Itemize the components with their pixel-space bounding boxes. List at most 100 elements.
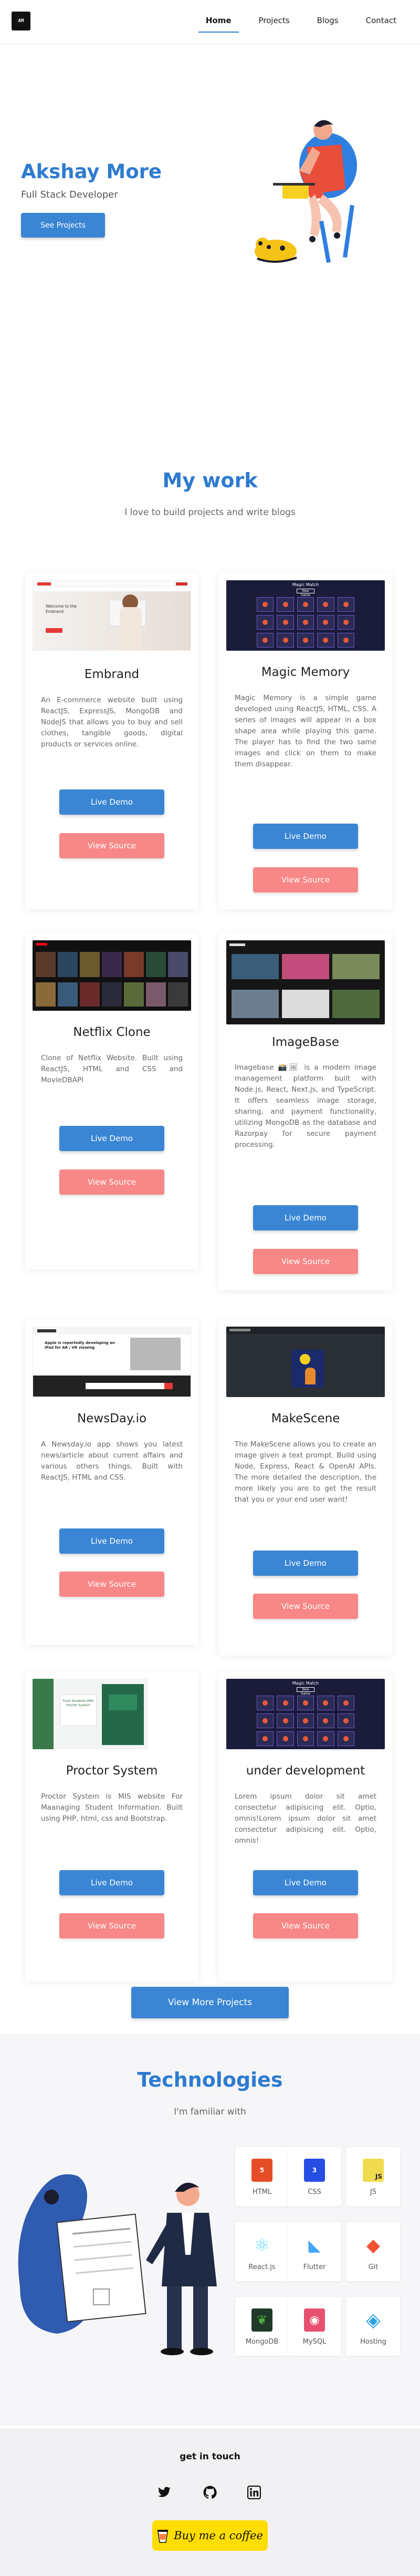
tech-tile-html: 5 HTML xyxy=(235,2147,289,2206)
twitter-icon[interactable] xyxy=(155,2483,173,2501)
get-in-touch-title: get in touch xyxy=(180,2451,240,2462)
proctor-heading-line1: Track Students With xyxy=(62,1699,94,1703)
project-description: An E-commerce website built using ReactJ… xyxy=(41,696,183,748)
tech-label: Git xyxy=(368,2263,379,2271)
live-demo-button[interactable]: Live Demo xyxy=(59,1126,164,1151)
project-card-netflix-clone: Netflix Clone Clone of Netflix Website. … xyxy=(25,933,198,1269)
project-card-makescene: MakeScene The MakeScene allows you to cr… xyxy=(219,1319,392,1656)
project-thumbnail: Welcome to the Embrand xyxy=(33,580,191,651)
view-source-button[interactable]: View Source xyxy=(59,833,164,858)
project-card-embrand: Welcome to the Embrand Embrand An E-comm… xyxy=(25,573,198,909)
project-card-imagebase: ImageBase Imagebase 📸🖼 is a modern image… xyxy=(219,933,392,1290)
project-description: Magic Memory is a simple game developed … xyxy=(235,694,376,768)
project-card-magic-memory: Magic Match New Game Magic Memory Magic … xyxy=(219,573,392,909)
view-source-button[interactable]: View Source xyxy=(253,1249,358,1274)
view-source-button[interactable]: View Source xyxy=(59,1169,164,1195)
linkedin-icon[interactable] xyxy=(245,2483,263,2501)
nav-link-home[interactable]: Home xyxy=(198,16,239,33)
css3-icon: 3 xyxy=(304,2159,325,2182)
view-source-button[interactable]: View Source xyxy=(59,1572,164,1597)
magic-new-game: New Game xyxy=(297,589,314,597)
mysql-icon: ◉ xyxy=(304,2308,325,2332)
tech-tile-hosting: ◈ Hosting xyxy=(346,2297,400,2356)
tech-tile-git: ◆ Git xyxy=(346,2222,400,2281)
embrand-heading: Welcome to the Embrand xyxy=(46,604,77,614)
work-title: My work xyxy=(162,469,258,492)
project-thumbnail: Track Students With Proctor System xyxy=(33,1679,148,1749)
live-demo-button[interactable]: Live Demo xyxy=(253,1205,358,1230)
project-title: Proctor System xyxy=(66,1764,158,1778)
nav-link-blogs[interactable]: Blogs xyxy=(317,16,339,25)
live-demo-button[interactable]: Live Demo xyxy=(253,824,358,849)
project-thumbnail: Magic Match New Game xyxy=(226,580,385,651)
live-demo-button[interactable]: Live Demo xyxy=(253,1870,358,1895)
tech-tile-react: ⚛ React.js xyxy=(235,2222,289,2281)
live-demo-button[interactable]: Live Demo xyxy=(59,1528,164,1554)
project-description: Lorem ipsum dolor sit amet consectetur a… xyxy=(235,1792,376,1845)
project-thumbnail xyxy=(33,940,191,1011)
navbar: AM Home Projects Blogs Contact xyxy=(0,0,420,44)
view-source-button[interactable]: View Source xyxy=(253,867,358,892)
logo[interactable]: AM xyxy=(12,12,30,30)
news-headline: Apple is reportedly developing an iPad f… xyxy=(45,1341,115,1350)
project-title: ImageBase xyxy=(271,1035,340,1049)
project-card-under-development: Magic Match New Game under development L… xyxy=(219,1671,392,1982)
magic-new-game: New Game xyxy=(297,1687,314,1696)
nav-links: Home Projects Blogs Contact xyxy=(198,16,396,33)
project-title: NewsDay.io xyxy=(77,1412,147,1425)
project-thumbnail xyxy=(226,940,385,1024)
project-card-newsday: Apple is reportedly developing an iPad f… xyxy=(25,1319,198,1645)
project-description: The MakeScene allows you to create an im… xyxy=(235,1440,376,1504)
technologies-title: Technologies xyxy=(137,2068,283,2091)
project-description: Proctor System is MIS website For Maanag… xyxy=(41,1792,183,1823)
work-subtitle: I love to build projects and write blogs xyxy=(124,507,296,518)
tech-tile-js: JS JS xyxy=(346,2147,400,2206)
view-more-projects-button[interactable]: View More Projects xyxy=(131,1987,289,2018)
git-icon: ◆ xyxy=(366,2235,381,2256)
view-source-button[interactable]: View Source xyxy=(253,1594,358,1619)
tech-label: MongoDB xyxy=(245,2338,279,2346)
project-description: A Newsday.io app shows you latest news/a… xyxy=(41,1440,183,1482)
project-description: Imagebase 📸🖼 is a modern image managemen… xyxy=(235,1063,376,1149)
project-thumbnail: Apple is reportedly developing an iPad f… xyxy=(33,1327,191,1397)
tech-tile-mysql: ◉ MySQL xyxy=(288,2297,341,2356)
project-description: Clone of Netflix Website. Built using Re… xyxy=(41,1054,183,1084)
project-card-proctor-system: Track Students With Proctor System Proct… xyxy=(25,1671,198,1982)
live-demo-button[interactable]: Live Demo xyxy=(59,789,164,815)
tech-tile-mongodb: ❦ MongoDB xyxy=(235,2297,289,2356)
buy-me-a-coffee-button[interactable]: Buy me a coffee xyxy=(152,2520,268,2551)
project-title: Netflix Clone xyxy=(73,1025,151,1039)
javascript-icon: JS xyxy=(363,2159,384,2182)
hero-name: Akshay More xyxy=(21,160,162,183)
magic-heading: Magic Match xyxy=(292,1681,319,1686)
developer-illustration xyxy=(18,2174,217,2355)
tech-label: JS xyxy=(370,2188,377,2196)
proctor-heading-line2: Proctor System xyxy=(66,1703,90,1707)
mongodb-icon: ❦ xyxy=(251,2308,272,2332)
nav-link-contact[interactable]: Contact xyxy=(366,16,396,25)
project-title: Embrand xyxy=(84,668,140,681)
proctor-heading: Track Students With Proctor System xyxy=(60,1695,97,1726)
magic-heading: Magic Match xyxy=(292,582,319,587)
html5-icon: 5 xyxy=(251,2159,272,2182)
hosting-icon: ◈ xyxy=(366,2309,381,2331)
nav-link-projects[interactable]: Projects xyxy=(259,16,290,25)
view-source-button[interactable]: View Source xyxy=(253,1913,358,1938)
tech-label: Hosting xyxy=(360,2338,386,2346)
see-projects-button[interactable]: See Projects xyxy=(21,213,105,238)
react-icon: ⚛ xyxy=(254,2235,270,2256)
project-thumbnail xyxy=(226,1327,385,1397)
tech-label: MySQL xyxy=(302,2338,327,2346)
view-source-button[interactable]: View Source xyxy=(59,1913,164,1938)
tech-tile-flutter: ◣ Flutter xyxy=(288,2222,341,2281)
hero-illustration xyxy=(255,120,357,263)
tech-tile-css: 3 CSS xyxy=(288,2147,341,2206)
hero-role: Full Stack Developer xyxy=(21,189,118,200)
project-title: Magic Memory xyxy=(261,665,350,679)
live-demo-button[interactable]: Live Demo xyxy=(59,1870,164,1895)
footer xyxy=(0,2428,420,2576)
project-title: under development xyxy=(246,1764,365,1778)
live-demo-button[interactable]: Live Demo xyxy=(253,1551,358,1576)
coffee-label: Buy me a coffee xyxy=(174,2529,263,2542)
github-icon[interactable] xyxy=(201,2483,219,2501)
